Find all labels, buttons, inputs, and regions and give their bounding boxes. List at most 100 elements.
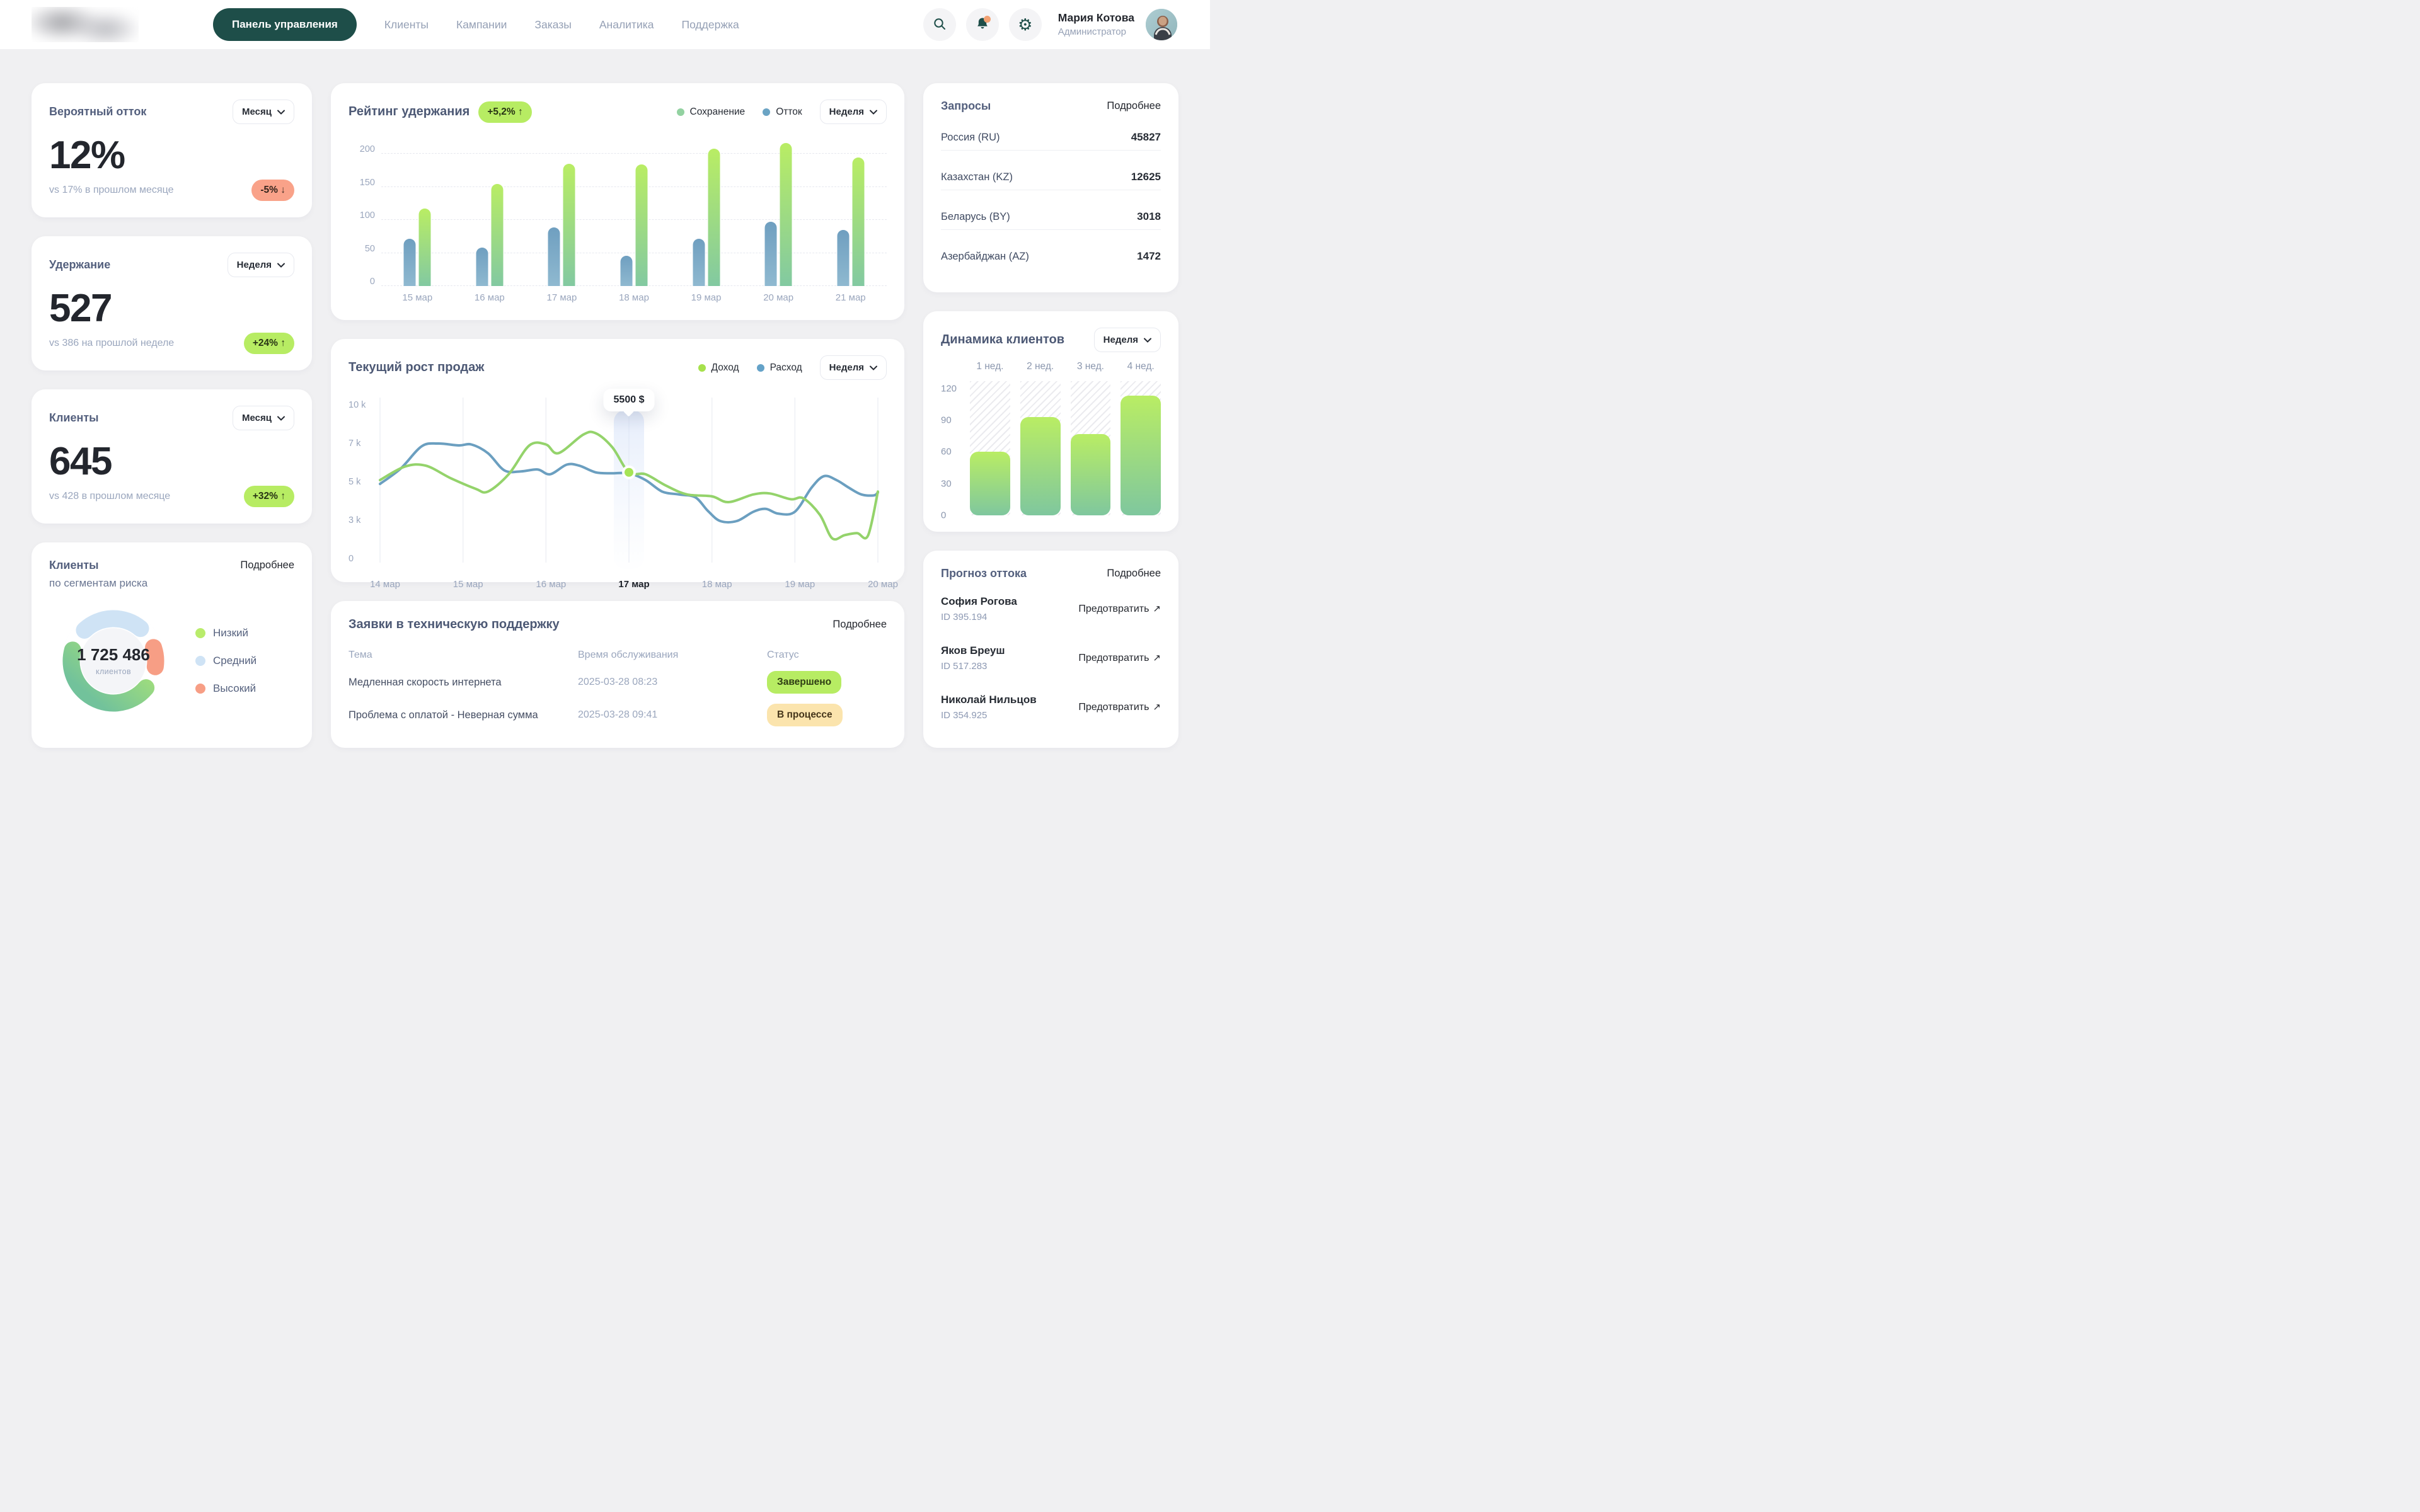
prevent-link[interactable]: Предотвратить↗ — [1078, 603, 1161, 615]
x-axis-label: 18 мар — [619, 292, 649, 303]
country-label: Казахстан (KZ) — [941, 171, 1013, 183]
arrow-up-right-icon: ↗ — [1153, 604, 1161, 614]
churn-list: София Рогова ID 395.194 Предотвратить↗ Яков… — [941, 584, 1161, 731]
churn-bar[interactable] — [404, 239, 416, 286]
legend-item-expense: Расход — [757, 362, 802, 374]
client-id: ID 354.925 — [941, 710, 1037, 721]
bar-track — [1020, 381, 1061, 515]
dynamics-bar[interactable] — [1121, 396, 1161, 515]
sales-svg — [349, 389, 887, 573]
x-axis-label: 20 мар — [763, 292, 793, 303]
churn-bar[interactable] — [621, 256, 633, 286]
client-name: София Рогова — [941, 595, 1017, 608]
clients-risk-segments-card: Клиенты Подробнее по сегментам риска — [32, 542, 312, 748]
legend-item-income: Доход — [698, 362, 739, 374]
card-subtitle: по сегментам риска — [49, 577, 294, 590]
retention-bar[interactable] — [636, 164, 648, 286]
ticket-status-cell: В процессе — [767, 704, 887, 726]
stat-value: 645 — [49, 439, 294, 484]
table-row: Проблема с оплатой - Неверная сумма2025-… — [349, 699, 887, 731]
avatar[interactable] — [1144, 8, 1178, 42]
requests-list: Россия (RU)45827Казахстан (KZ)12625Белар… — [941, 118, 1161, 276]
request-count: 3018 — [1137, 210, 1161, 223]
churn-bar[interactable] — [693, 239, 705, 286]
notification-dot — [984, 16, 991, 23]
period-dropdown[interactable]: Месяц — [233, 100, 294, 124]
period-dropdown[interactable]: Неделя — [820, 100, 887, 124]
ticket-topic: Медленная скорость интернета — [349, 677, 578, 689]
details-link[interactable]: Подробнее — [1107, 100, 1161, 112]
retention-bar[interactable] — [780, 143, 792, 286]
period-dropdown[interactable]: Неделя — [1094, 328, 1161, 352]
donut-center-value: 1 725 486 — [77, 645, 150, 665]
dynamics-bar[interactable] — [1071, 434, 1111, 515]
column-label: 3 нед. — [1071, 361, 1111, 376]
sales-growth-card: Текущий рост продаж Доход Расход Неделя … — [331, 339, 904, 582]
delta-badge: +32% ↑ — [244, 486, 294, 507]
request-row: Азербайджан (AZ)1472 — [941, 244, 1161, 269]
chart-title: Текущий рост продаж — [349, 360, 484, 375]
middle-column: Рейтинг удержания +5,2% ↑ Сохранение Отт… — [331, 83, 904, 748]
card-title: Запросы — [941, 100, 991, 113]
dynamics-column: 1 нед. — [970, 361, 1010, 515]
details-link[interactable]: Подробнее — [833, 619, 887, 631]
card-title: Вероятный отток — [49, 105, 146, 118]
details-link[interactable]: Подробнее — [1107, 568, 1161, 580]
stat-card-retention: Удержание Неделя 527 vs 386 на прошлой н… — [32, 236, 312, 370]
dynamics-bar[interactable] — [970, 452, 1010, 515]
x-axis-label: 18 мар — [702, 579, 732, 590]
dynamics-columns: 1 нед.2 нед.3 нед.4 нед. — [970, 361, 1161, 515]
settings-button[interactable]: ⚙ — [1009, 8, 1042, 41]
nav-item-support[interactable]: Поддержка — [682, 18, 739, 32]
client-id: ID 395.194 — [941, 612, 1017, 622]
legend-item: Низкий — [195, 627, 256, 639]
ticket-status-cell: Завершено — [767, 671, 887, 694]
retention-bar[interactable] — [708, 149, 720, 286]
notifications-button[interactable] — [966, 8, 999, 41]
prevent-link[interactable]: Предотвратить↗ — [1078, 652, 1161, 664]
details-link[interactable]: Подробнее — [240, 559, 294, 571]
dynamics-bar-chart: 1 нед.2 нед.3 нед.4 нед.0306090120 — [941, 361, 1161, 515]
nav-item-analytics[interactable]: Аналитика — [599, 18, 654, 32]
nav-item-campaigns[interactable]: Кампании — [456, 18, 507, 32]
retention-bar[interactable] — [419, 209, 431, 286]
y-axis-label: 7 k — [349, 438, 360, 449]
churn-bar[interactable] — [765, 222, 777, 286]
search-button[interactable] — [923, 8, 956, 41]
request-count: 45827 — [1131, 131, 1161, 144]
dynamics-column: 2 нед. — [1020, 361, 1061, 515]
gear-icon: ⚙ — [1018, 16, 1032, 33]
ticket-time: 2025-03-28 08:23 — [578, 677, 767, 688]
x-axis-label: 15 мар — [453, 579, 483, 590]
dynamics-bar[interactable] — [1020, 417, 1061, 515]
client-info: Яков БреушID 517.283 — [941, 644, 1005, 672]
retention-bar[interactable] — [852, 158, 864, 286]
support-tickets-card: Заявки в техническую поддержку Подробнее… — [331, 601, 904, 748]
nav-item-clients[interactable]: Клиенты — [384, 18, 429, 32]
churn-bar[interactable] — [548, 227, 560, 286]
retention-bar[interactable] — [563, 164, 575, 286]
period-dropdown[interactable]: Месяц — [233, 406, 294, 430]
period-dropdown[interactable]: Неделя — [228, 253, 294, 277]
retention-bar[interactable] — [491, 184, 503, 286]
x-axis-label: 14 мар — [370, 579, 400, 590]
prevent-link[interactable]: Предотвратить↗ — [1078, 701, 1161, 713]
retention-rating-card: Рейтинг удержания +5,2% ↑ Сохранение Отт… — [331, 83, 904, 320]
support-table: Тема Время обслуживания Статус Медленная… — [349, 644, 887, 731]
nav-item-orders[interactable]: Заказы — [534, 18, 571, 32]
churn-bar[interactable] — [837, 230, 849, 286]
y-axis-label: 200 — [354, 144, 375, 154]
y-axis-label: 90 — [941, 415, 962, 426]
y-axis-label: 100 — [354, 210, 375, 220]
search-icon — [932, 16, 947, 33]
user-role: Администратор — [1058, 26, 1134, 38]
card-title: Заявки в техническую поддержку — [349, 617, 560, 632]
period-dropdown[interactable]: Неделя — [820, 355, 887, 380]
risk-legend: НизкийСреднийВысокий — [195, 627, 256, 695]
tab-dashboard[interactable]: Панель управления — [213, 8, 357, 41]
bar-group — [404, 209, 431, 286]
delta-badge: -5% ↓ — [251, 180, 294, 201]
churn-bar[interactable] — [476, 248, 488, 286]
client-id: ID 517.283 — [941, 661, 1005, 672]
right-column: Запросы Подробнее Россия (RU)45827Казахс… — [923, 83, 1178, 748]
